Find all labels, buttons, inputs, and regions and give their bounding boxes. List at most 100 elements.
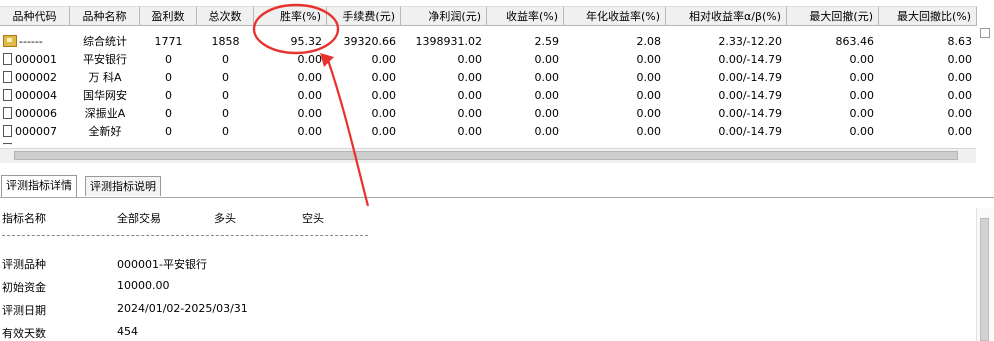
code-cell: 000007 xyxy=(0,123,70,140)
total-cell: 1858 xyxy=(211,35,240,48)
name-cell: 国华网安 xyxy=(83,89,127,102)
col-header-annual[interactable]: 年化收益率(%) xyxy=(564,6,666,26)
relative-cell: 0.00/-14.79 xyxy=(718,71,782,84)
scroll-box-icon xyxy=(980,28,990,38)
wins-cell: 0 xyxy=(165,125,172,138)
relative-cell: 0.00/-14.79 xyxy=(718,107,782,120)
tab-bar: 评测指标详情 评测指标说明 xyxy=(0,174,994,198)
wins-cell: 0 xyxy=(165,53,172,66)
fee-cell: 0.00 xyxy=(371,89,397,102)
table-row[interactable]: 000006 深振业A 0 0 0.00 0.00 0.00 0.00 0.00… xyxy=(0,105,994,122)
profit-cell: 1398931.02 xyxy=(415,35,482,48)
detail-label: 初始资金 xyxy=(2,281,46,294)
col-header-code[interactable]: 品种代码 xyxy=(0,6,70,26)
name-cell: 全新好 xyxy=(88,125,122,138)
wins-cell: 0 xyxy=(165,71,172,84)
name-cell: 深振业A xyxy=(84,107,126,120)
document-icon xyxy=(3,89,12,101)
winrate-cell: 0.00 xyxy=(297,71,323,84)
drawdown-cell: 0.00 xyxy=(849,107,875,120)
relative-cell: 0.00/-14.79 xyxy=(718,125,782,138)
col-header-total[interactable]: 总次数 xyxy=(197,6,254,26)
annual-cell: 0.00 xyxy=(636,107,662,120)
winrate-cell: 0.00 xyxy=(297,107,323,120)
detail-vertical-scrollbar[interactable] xyxy=(976,208,993,341)
table-row[interactable]: 000004 国华网安 0 0 0.00 0.00 0.00 0.00 0.00… xyxy=(0,87,994,104)
total-cell: 0 xyxy=(222,89,229,102)
annual-cell: 2.08 xyxy=(636,35,662,48)
drawdown-cell: 0.00 xyxy=(849,125,875,138)
name-cell: 平安银行 xyxy=(83,53,127,66)
detail-value: 2024/01/02-2025/03/31 xyxy=(117,302,248,315)
code-cell: 000001 xyxy=(0,51,70,68)
wins-cell: 0 xyxy=(165,107,172,120)
drawdown-cell: 0.00 xyxy=(849,71,875,84)
winrate-cell: 0.00 xyxy=(297,89,323,102)
table-header: 品种代码 品种名称 盈利数 总次数 胜率(%) 手续费(元) 净利润(元) 收益… xyxy=(0,6,994,26)
fee-cell: 39320.66 xyxy=(343,35,397,48)
table-row[interactable]: 000007 全新好 0 0 0.00 0.00 0.00 0.00 0.00 … xyxy=(0,123,994,140)
wins-cell: 0 xyxy=(165,89,172,102)
col-header-fee[interactable]: 手续费(元) xyxy=(327,6,401,26)
col-header-drawdown[interactable]: 最大回撤(元) xyxy=(787,6,879,26)
annual-cell: 0.00 xyxy=(636,53,662,66)
return-cell: 0.00 xyxy=(534,71,560,84)
code-cell: 000004 xyxy=(0,87,70,104)
results-table: 品种代码 品种名称 盈利数 总次数 胜率(%) 手续费(元) 净利润(元) 收益… xyxy=(0,0,994,168)
document-icon xyxy=(3,125,12,137)
detail-panel: 指标名称 全部交易 多头 空头 评测品种 000001-平安银行 初始资金 10… xyxy=(0,198,994,341)
col-header-wins[interactable]: 盈利数 xyxy=(140,6,197,26)
drawdown-ratio-cell: 0.00 xyxy=(947,125,973,138)
col-header-relative[interactable]: 相对收益率α/β(%) xyxy=(666,6,787,26)
horizontal-scroll-thumb[interactable] xyxy=(14,151,958,160)
document-icon xyxy=(3,53,12,65)
total-cell: 0 xyxy=(222,71,229,84)
profit-cell: 0.00 xyxy=(457,53,483,66)
tab-metric-description[interactable]: 评测指标说明 xyxy=(85,176,161,196)
annual-cell: 0.00 xyxy=(636,71,662,84)
winrate-cell: 95.32 xyxy=(290,35,323,48)
return-cell: 0.00 xyxy=(534,53,560,66)
table-row[interactable]: ------ 综合统计 1771 1858 95.32 39320.66 139… xyxy=(0,33,994,50)
col-header-name[interactable]: 品种名称 xyxy=(70,6,140,26)
profit-cell: 0.00 xyxy=(457,71,483,84)
col-header-drawdown-ratio[interactable]: 最大回撤比(%) xyxy=(879,6,977,26)
vertical-scroll-thumb[interactable] xyxy=(980,218,989,341)
detail-header-metric: 指标名称 xyxy=(2,212,46,225)
drawdown-cell: 863.46 xyxy=(835,35,875,48)
tab-metric-details[interactable]: 评测指标详情 xyxy=(1,175,77,197)
detail-header-long: 多头 xyxy=(214,212,236,225)
drawdown-ratio-cell: 0.00 xyxy=(947,71,973,84)
total-cell: 0 xyxy=(222,107,229,120)
code-cell: 000002 xyxy=(0,69,70,86)
detail-header-short: 空头 xyxy=(302,212,324,225)
code-cell: 000006 xyxy=(0,105,70,122)
col-header-winrate[interactable]: 胜率(%) xyxy=(254,6,327,26)
drawdown-cell: 0.00 xyxy=(849,53,875,66)
table-horizontal-scrollbar[interactable] xyxy=(0,148,976,163)
table-row[interactable]: 000001 平安银行 0 0 0.00 0.00 0.00 0.00 0.00… xyxy=(0,51,994,68)
document-icon xyxy=(3,71,12,83)
profit-cell: 0.00 xyxy=(457,125,483,138)
drawdown-ratio-cell: 0.00 xyxy=(947,107,973,120)
table-row[interactable]: 000002 万 科A 0 0 0.00 0.00 0.00 0.00 0.00… xyxy=(0,69,994,86)
fee-cell: 0.00 xyxy=(371,107,397,120)
relative-cell: 0.00/-14.79 xyxy=(718,89,782,102)
detail-value: 000001-平安银行 xyxy=(117,258,207,271)
drawdown-ratio-cell: 8.63 xyxy=(947,35,973,48)
col-header-return[interactable]: 收益率(%) xyxy=(487,6,564,26)
relative-cell: 2.33/-12.20 xyxy=(718,35,782,48)
winrate-cell: 0.00 xyxy=(297,125,323,138)
col-header-profit[interactable]: 净利润(元) xyxy=(401,6,487,26)
profit-cell: 0.00 xyxy=(457,107,483,120)
drawdown-ratio-cell: 0.00 xyxy=(947,89,973,102)
return-cell: 2.59 xyxy=(534,35,560,48)
return-cell: 0.00 xyxy=(534,89,560,102)
name-cell: 综合统计 xyxy=(83,35,127,48)
total-cell: 0 xyxy=(222,125,229,138)
table-vertical-scrollbar[interactable] xyxy=(979,26,993,162)
relative-cell: 0.00/-14.79 xyxy=(718,53,782,66)
detail-label: 评测品种 xyxy=(2,258,46,271)
name-cell: 万 科A xyxy=(88,71,122,84)
detail-header-all: 全部交易 xyxy=(117,212,161,225)
